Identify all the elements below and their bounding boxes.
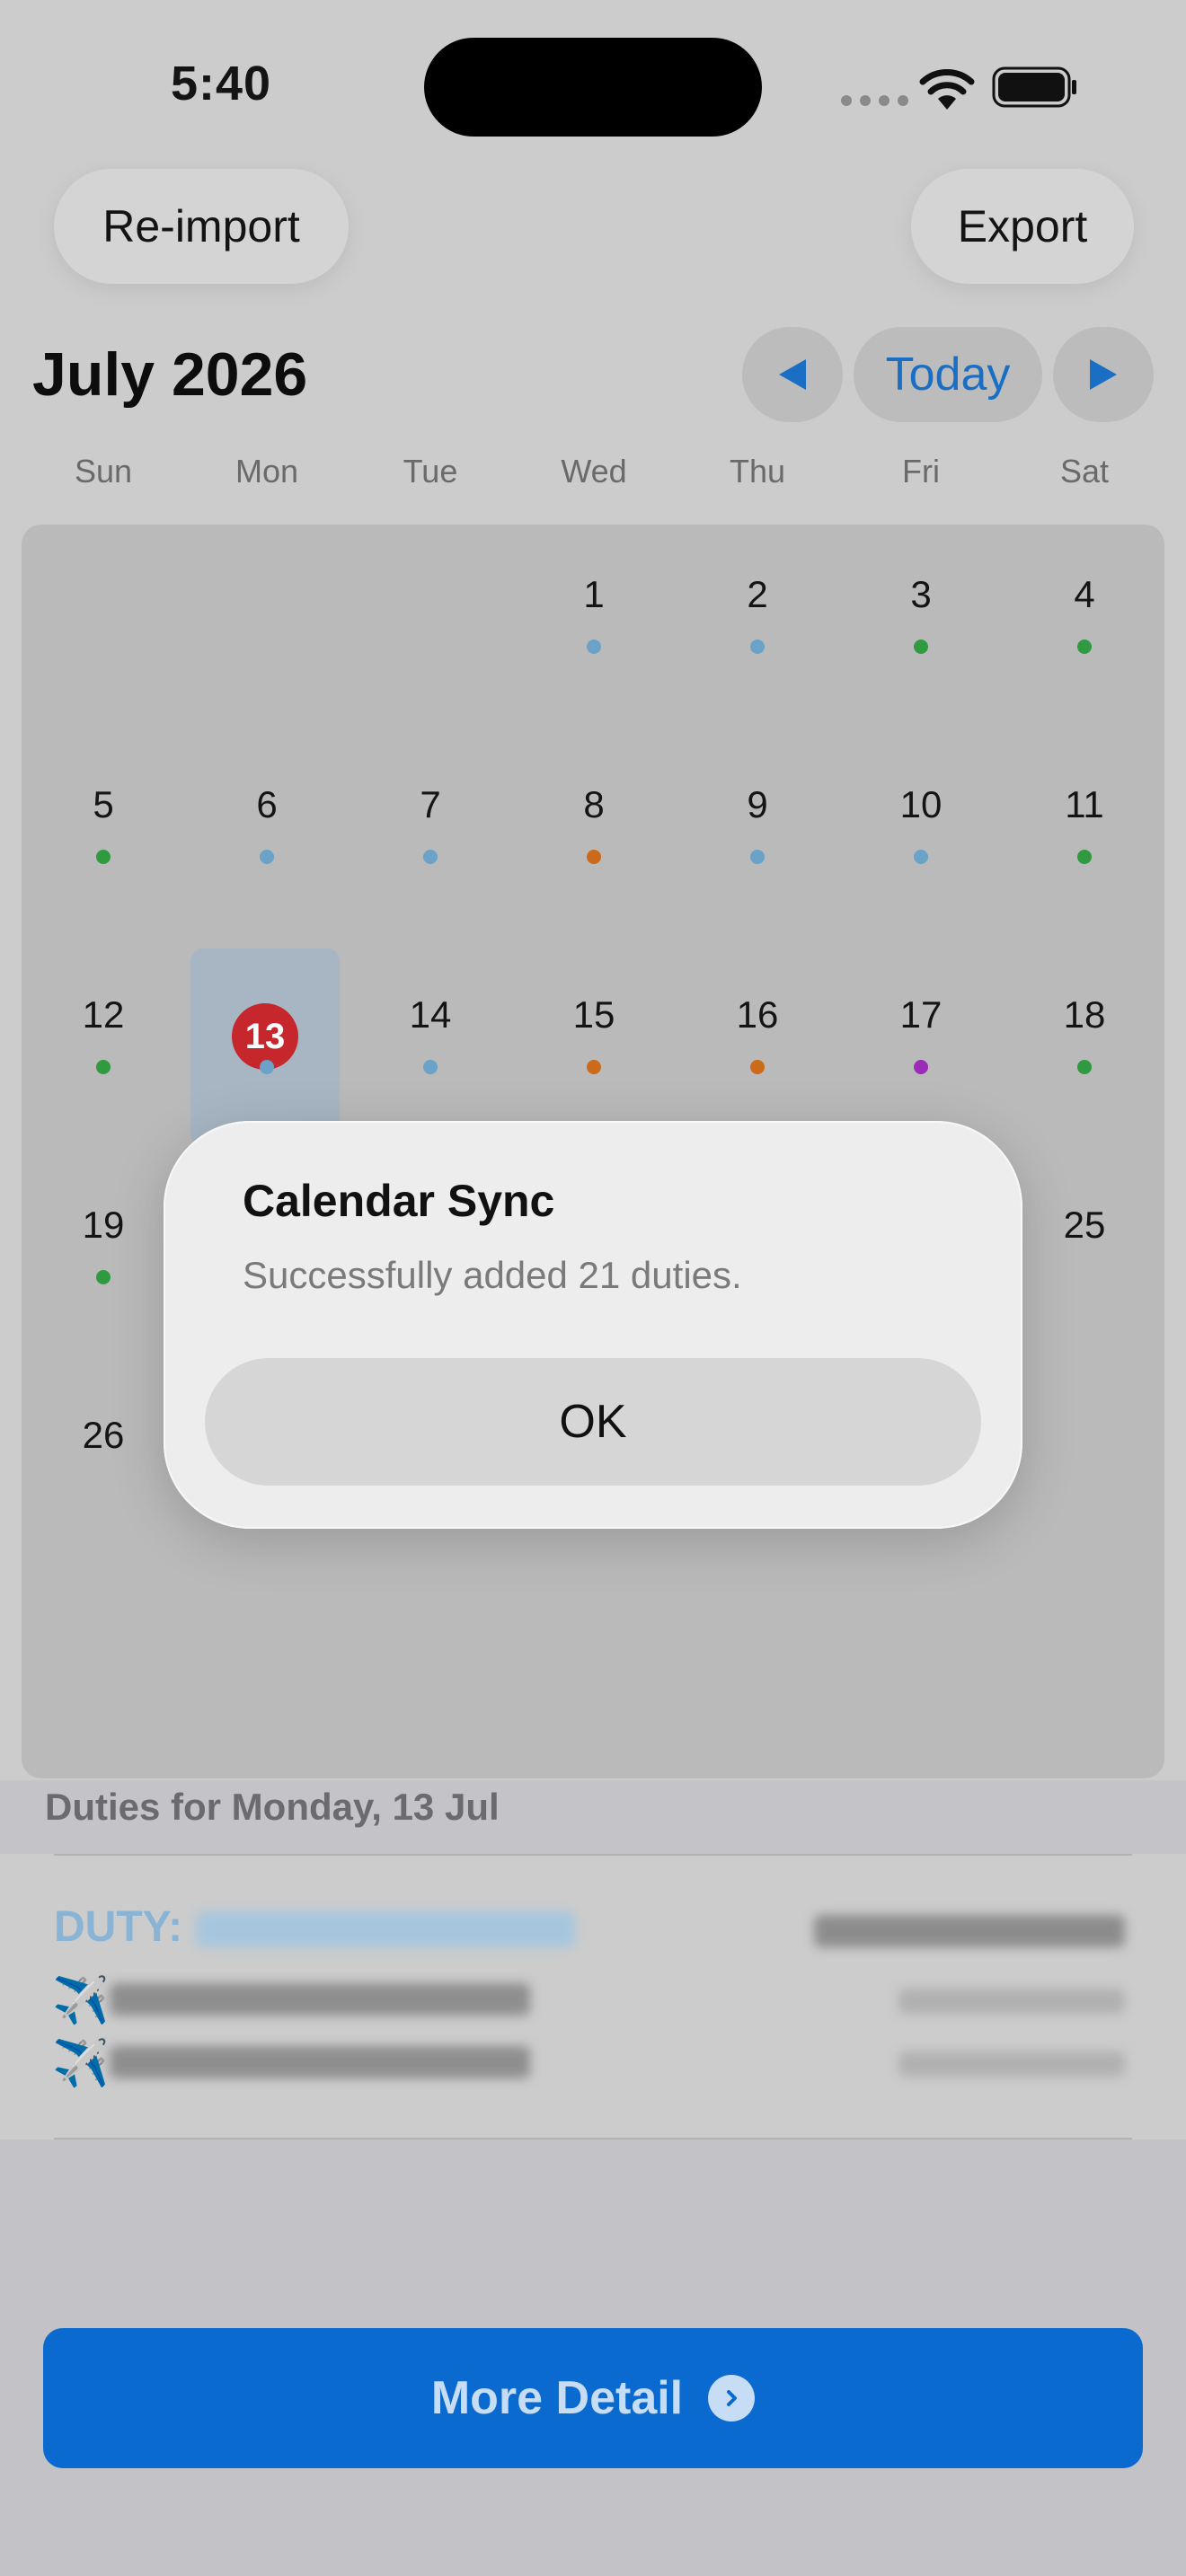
duty-indicator-dot (96, 1270, 111, 1284)
duty-indicator-dot (750, 850, 765, 864)
chevron-right-icon (708, 2375, 756, 2422)
alert-message: Successfully added 21 duties. (243, 1254, 742, 1296)
screen: 5:40 Re-import Export July 2026 Today Su… (0, 0, 1186, 2576)
day-cell[interactable]: 26 (22, 1414, 185, 1457)
alert-dialog: Calendar Sync Successfully added 21 duti… (164, 1121, 1022, 1529)
day-cell[interactable]: 10 (839, 783, 1003, 826)
export-button[interactable]: Export (911, 169, 1134, 284)
duty-indicator-dot (260, 850, 274, 864)
weekday-label: Mon (235, 453, 299, 490)
duty-label: DUTY: (54, 1903, 183, 1951)
flight-route-redacted (110, 2046, 530, 2078)
divider (54, 2138, 1132, 2139)
duty-indicator-dot (587, 640, 601, 654)
day-cell[interactable]: 8 (512, 783, 676, 826)
divider (54, 1854, 1132, 1856)
duty-indicator-dot (750, 1060, 765, 1074)
weekday-label: Wed (561, 453, 627, 490)
month-title: July 2026 (32, 340, 308, 409)
day-cell[interactable]: 2 (676, 573, 839, 616)
day-cell[interactable]: 9 (676, 783, 839, 826)
duties-header: Duties for Monday, 13 Jul (45, 1786, 500, 1828)
flight-time-redacted (898, 2051, 1125, 2077)
day-cell[interactable]: 17 (839, 993, 1003, 1037)
day-cell[interactable]: 18 (1003, 993, 1166, 1037)
weekday-label: Thu (729, 453, 786, 490)
duty-indicator-dot (96, 1060, 111, 1074)
duty-indicator-dot (914, 850, 928, 864)
weekday-label: Tue (403, 453, 458, 490)
more-detail-label: More Detail (430, 2372, 684, 2424)
airplane-icon: ✈️ (52, 1974, 111, 2026)
flight-time-redacted (898, 1989, 1125, 2014)
day-cell[interactable]: 6 (185, 783, 349, 826)
day-cell[interactable]: 3 (839, 573, 1003, 616)
day-cell[interactable]: 19 (22, 1204, 185, 1247)
duty-time-redacted (814, 1915, 1125, 1947)
day-cell[interactable]: 5 (22, 783, 185, 826)
day-cell[interactable]: 12 (22, 993, 185, 1037)
duty-indicator-dot (423, 850, 438, 864)
more-detail-button[interactable]: More Detail (43, 2328, 1143, 2468)
duty-indicator-dot (1077, 850, 1092, 864)
weekday-label: Sun (74, 453, 133, 490)
duty-indicator-dot (587, 850, 601, 864)
triangle-left-icon (779, 359, 806, 390)
duty-indicator-dot (750, 640, 765, 654)
weekday-label: Sat (1059, 453, 1110, 490)
status-time: 5:40 (171, 57, 272, 110)
day-cell[interactable]: 11 (1003, 783, 1166, 826)
day-cell[interactable]: 25 (1003, 1204, 1166, 1247)
day-cell[interactable]: 1 (512, 573, 676, 616)
duty-indicator-dot (96, 850, 111, 864)
weekday-label: Fri (902, 453, 940, 490)
airplane-icon: ✈️ (52, 2037, 111, 2089)
next-month-button[interactable] (1053, 327, 1154, 422)
day-cell[interactable]: 15 (512, 993, 676, 1037)
reimport-button[interactable]: Re-import (54, 169, 349, 284)
previous-month-button[interactable] (742, 327, 843, 422)
cellular-signal-icon (841, 95, 908, 106)
day-cell[interactable]: 4 (1003, 573, 1166, 616)
alert-title: Calendar Sync (243, 1176, 555, 1226)
dynamic-island (424, 38, 762, 137)
duty-indicator-dot (1077, 640, 1092, 654)
duty-indicator-dot (423, 1060, 438, 1074)
day-cell[interactable]: 16 (676, 993, 839, 1037)
ok-button[interactable]: OK (205, 1358, 981, 1486)
duty-code-redacted (196, 1911, 575, 1947)
day-cell[interactable]: 14 (349, 993, 512, 1037)
day-cell[interactable]: 7 (349, 783, 512, 826)
battery-icon (992, 66, 1076, 108)
duty-indicator-dot (587, 1060, 601, 1074)
duty-indicator-dot (1077, 1060, 1092, 1074)
duty-indicator-dot (260, 1060, 274, 1074)
flight-route-redacted (110, 1983, 530, 2016)
today-button[interactable]: Today (854, 327, 1042, 422)
duty-indicator-dot (914, 1060, 928, 1074)
duty-indicator-dot (914, 640, 928, 654)
triangle-right-icon (1090, 359, 1117, 390)
wifi-icon (919, 69, 975, 110)
